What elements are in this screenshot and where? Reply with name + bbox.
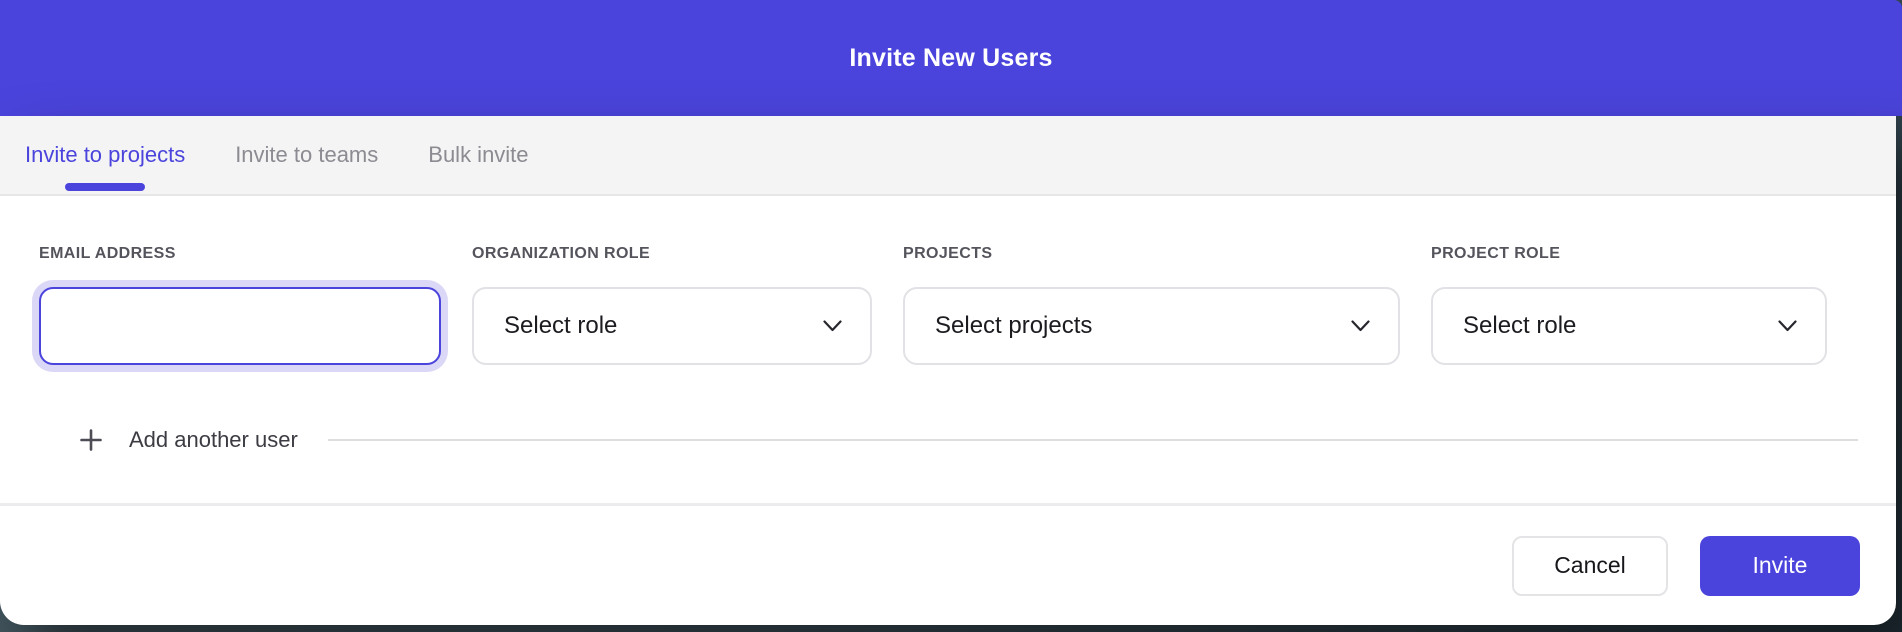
tab-bar: Invite to projects Invite to teams Bulk …: [0, 116, 1896, 196]
add-row-divider: [328, 439, 1858, 441]
dialog-footer: Cancel Invite: [0, 506, 1896, 625]
organization-role-value: Select role: [504, 312, 617, 340]
tab-invite-to-projects[interactable]: Invite to projects: [25, 116, 185, 194]
cancel-button[interactable]: Cancel: [1512, 536, 1668, 596]
organization-role-select[interactable]: Select role: [472, 287, 872, 365]
organization-role-group: ORGANIZATION ROLE Select role: [472, 245, 872, 365]
dialog-title: Invite New Users: [849, 44, 1052, 73]
tab-bulk-invite[interactable]: Bulk invite: [428, 116, 528, 194]
invite-dialog: Invite to projects Invite to teams Bulk …: [0, 116, 1896, 625]
add-another-user-row: Add another user: [79, 427, 1858, 453]
projects-label: PROJECTS: [903, 245, 1400, 263]
email-address-input[interactable]: [39, 287, 441, 365]
add-another-user-button[interactable]: Add another user: [79, 427, 298, 453]
project-role-select[interactable]: Select role: [1431, 287, 1827, 365]
chevron-down-icon: [1778, 320, 1797, 332]
project-role-value: Select role: [1463, 312, 1576, 340]
chevron-down-icon: [1351, 320, 1370, 332]
projects-select[interactable]: Select projects: [903, 287, 1400, 365]
tab-invite-to-teams[interactable]: Invite to teams: [235, 116, 378, 194]
add-another-user-label: Add another user: [129, 427, 298, 453]
project-role-group: PROJECT ROLE Select role: [1431, 245, 1827, 365]
invite-button[interactable]: Invite: [1700, 536, 1860, 596]
project-role-label: PROJECT ROLE: [1431, 245, 1827, 263]
email-field-group: EMAIL ADDRESS: [39, 245, 441, 365]
projects-group: PROJECTS Select projects: [903, 245, 1400, 365]
dialog-header: Invite New Users: [0, 0, 1902, 116]
invite-form: EMAIL ADDRESS ORGANIZATION ROLE Select r…: [0, 196, 1896, 503]
projects-value: Select projects: [935, 312, 1092, 340]
chevron-down-icon: [823, 320, 842, 332]
email-address-label: EMAIL ADDRESS: [39, 245, 441, 263]
plus-icon: [79, 428, 103, 452]
organization-role-label: ORGANIZATION ROLE: [472, 245, 872, 263]
